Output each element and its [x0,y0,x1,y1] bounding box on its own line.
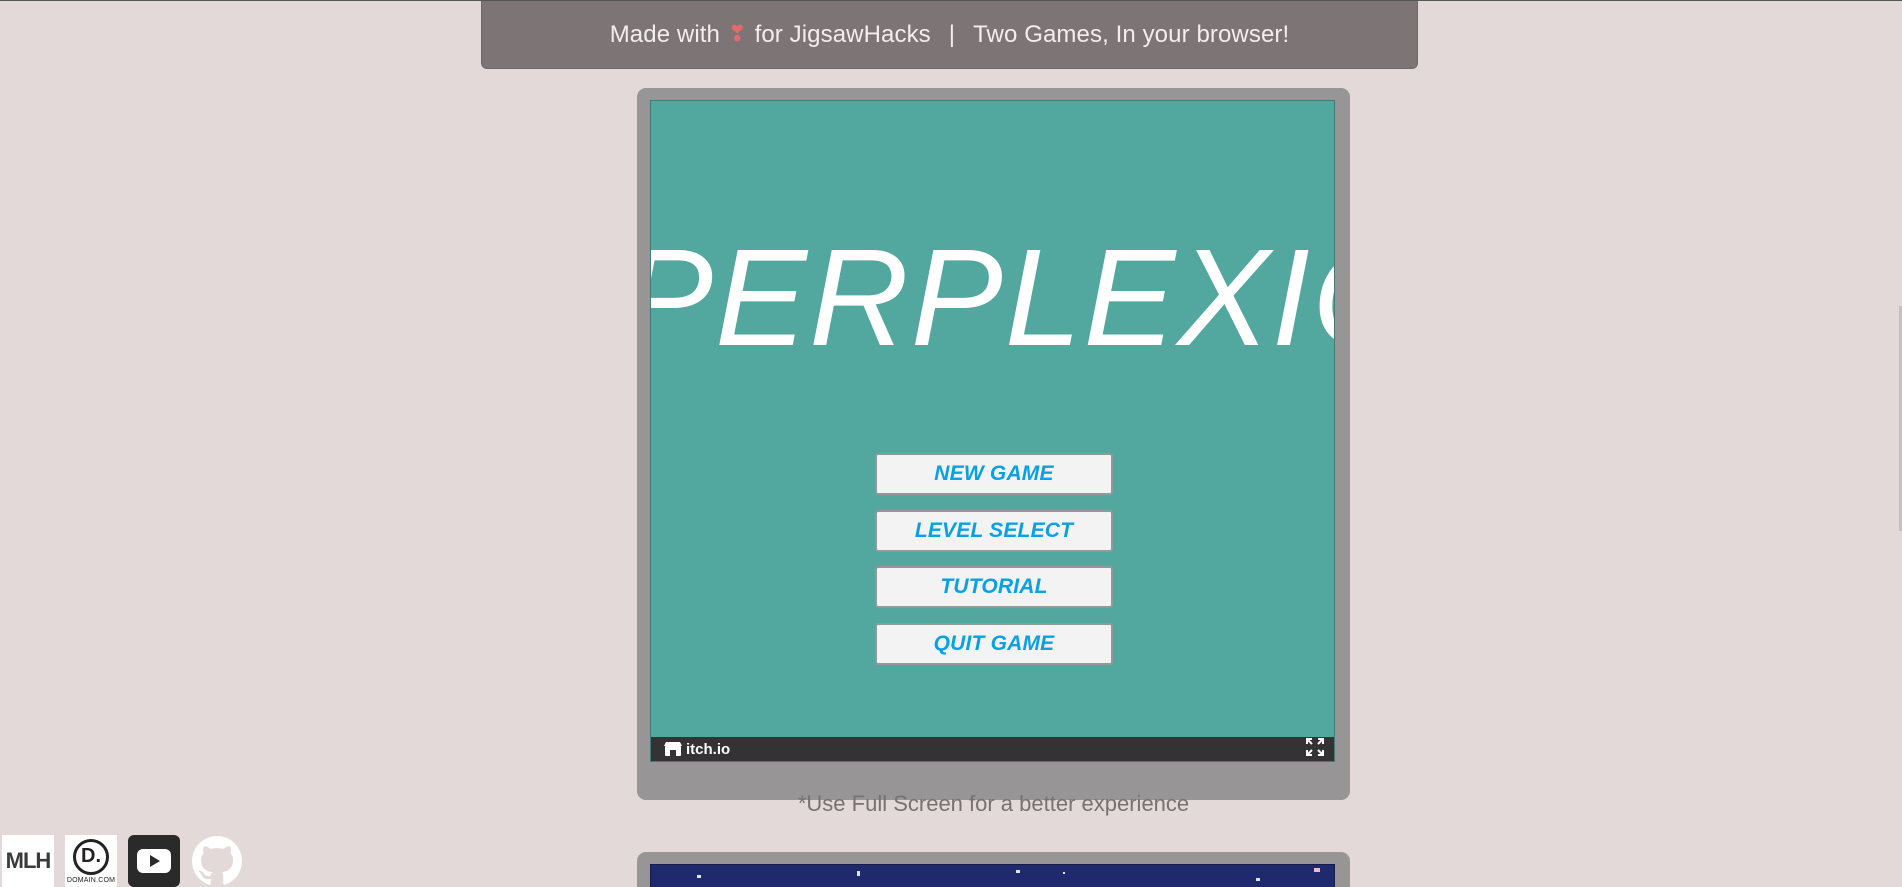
top-banner: Made with ❣ for JigsawHacks | Two Games,… [481,1,1418,69]
banner-made-with: Made with [609,20,721,48]
new-game-button[interactable]: NEW GAME [875,453,1113,495]
github-link[interactable] [191,835,243,887]
star [857,871,860,876]
itch-label: itch.io [686,740,731,758]
sponsor-strip: MLH D. DOMAIN.COM [2,835,243,887]
embed-toolbar: itch.io [651,737,1334,761]
fullscreen-hint: *Use Full Screen for a better experience [797,791,1190,816]
quit-game-button[interactable]: QUIT GAME [875,623,1113,665]
itch-link[interactable]: itch.io [664,741,730,758]
game-frame-perplexic: PERPLEXIC NEW GAME LEVEL SELECT TUTORIAL… [637,88,1350,800]
banner-tagline: Two Games, In your browser! [973,20,1290,48]
fullscreen-button[interactable] [1306,737,1324,761]
github-icon [192,836,242,885]
heart-icon: ❣ [728,20,747,46]
youtube-link[interactable] [128,835,180,887]
banner-for-text: for JigsawHacks [754,20,931,48]
star [1256,878,1260,881]
star [1016,870,1020,873]
banner-separator: | [948,20,956,48]
itch-store-icon [664,742,682,756]
domain-letter: D. [73,838,109,875]
level-select-button[interactable]: LEVEL SELECT [875,510,1113,552]
mlh-logo[interactable]: MLH [2,835,54,887]
domain-com-logo[interactable]: D. DOMAIN.COM [65,835,117,887]
game-title: PERPLEXIC [650,221,1334,375]
star [1314,868,1320,872]
youtube-icon [137,849,171,873]
second-game-canvas[interactable] [650,864,1335,887]
game-frame-second [637,852,1350,887]
star [1063,872,1065,874]
tutorial-button[interactable]: TUTORIAL [875,566,1113,608]
game-canvas[interactable]: PERPLEXIC NEW GAME LEVEL SELECT TUTORIAL… [650,100,1335,762]
domain-text: DOMAIN.COM [66,876,116,884]
star [697,875,701,878]
expand-icon [1306,737,1324,756]
